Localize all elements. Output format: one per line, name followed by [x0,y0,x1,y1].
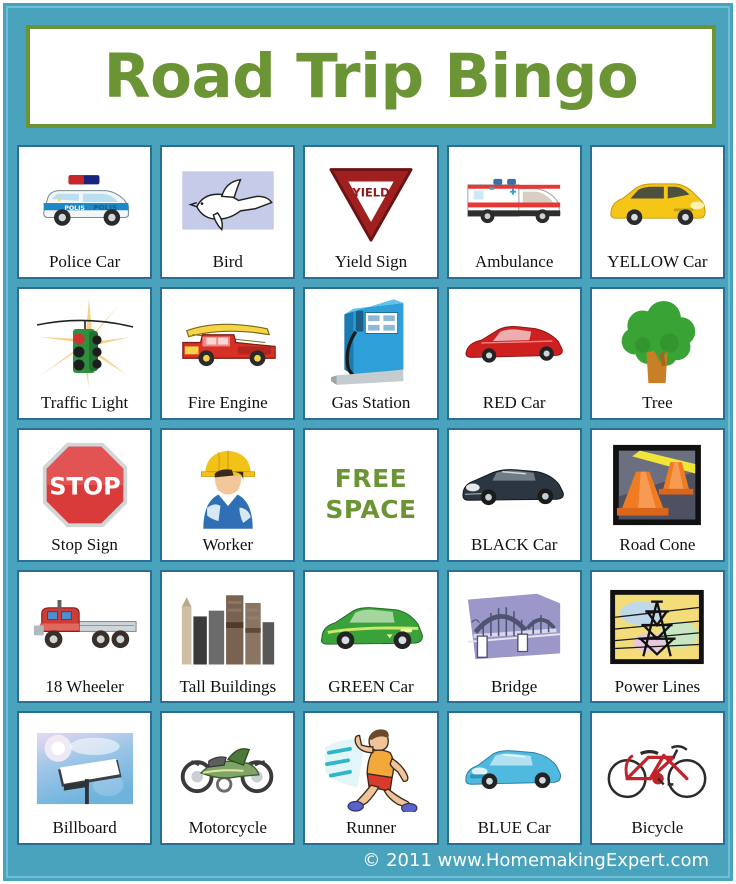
bingo-cell-label: Road Cone [619,536,695,555]
bingo-cell[interactable]: Road Cone [590,428,725,562]
bingo-cell-label: YELLOW Car [607,253,707,272]
bingo-cell-free-space[interactable]: FREESPACE [303,428,438,562]
free-space-line-2: SPACE [325,494,416,525]
bird-icon [164,151,291,253]
bingo-cell[interactable]: STOP Stop Sign [17,428,152,562]
bingo-grid: POLIS POLIS Police Car Bird YIELD Yield … [17,145,725,845]
bingo-cell-label: Bridge [491,678,537,697]
road-cone-icon [594,434,721,536]
bingo-cell-label: Billboard [52,819,116,838]
bingo-cell[interactable]: Power Lines [590,570,725,704]
gas-station-icon [307,293,434,395]
title-banner: Road Trip Bingo [26,25,716,128]
bingo-cell-label: RED Car [483,394,546,413]
bingo-cell[interactable]: Bicycle [590,711,725,845]
bingo-cell-label: GREEN Car [328,678,413,697]
bingo-card: Road Trip Bingo POLIS POLIS Police Car B… [0,0,736,884]
bingo-cell-label: Runner [346,819,396,838]
free-space-line-1: FREE [325,463,416,494]
yield-sign-icon: YIELD [307,151,434,253]
ambulance-icon: AMBULANCE [451,151,578,253]
blue-car-icon [451,717,578,819]
bingo-cell[interactable]: Billboard [17,711,152,845]
bingo-cell-label: Stop Sign [51,536,118,555]
power-lines-icon [594,576,721,678]
police-car-icon: POLIS POLIS [21,151,148,253]
billboard-icon [21,717,148,819]
bingo-cell-label: Bicycle [631,819,683,838]
bingo-cell[interactable]: AMBULANCE Ambulance [447,145,582,279]
page-title: Road Trip Bingo [104,46,639,107]
bingo-cell[interactable]: BLACK Car [447,428,582,562]
semi-truck-icon [21,576,148,678]
bingo-cell-label: Gas Station [332,394,411,413]
bingo-cell[interactable]: Runner [303,711,438,845]
worker-icon [164,434,291,536]
bingo-cell-label: BLUE Car [478,819,551,838]
bingo-cell[interactable]: Tree [590,287,725,421]
bingo-cell-label: Ambulance [475,253,553,272]
red-car-icon [451,293,578,395]
bingo-cell-label: Police Car [49,253,120,272]
traffic-light-icon [21,293,148,395]
bingo-cell-label: Yield Sign [335,253,407,272]
bingo-cell[interactable]: 18 Wheeler [17,570,152,704]
bingo-cell[interactable]: Worker [160,428,295,562]
svg-text:STOP: STOP [49,473,120,501]
bingo-cell-label: 18 Wheeler [45,678,124,697]
svg-text:POLIS: POLIS [64,205,85,212]
yellow-car-icon [594,151,721,253]
free-space-text: FREESPACE [325,463,416,526]
bingo-cell[interactable]: Bridge [447,570,582,704]
bingo-cell[interactable]: BLUE Car [447,711,582,845]
bingo-cell-label: Motorcycle [189,819,267,838]
bingo-cell[interactable]: Fire Engine [160,287,295,421]
bingo-cell-label: Traffic Light [41,394,128,413]
bingo-cell[interactable]: Gas Station [303,287,438,421]
bingo-cell-label: Tall Buildings [180,678,277,697]
bingo-cell[interactable]: YIELD Yield Sign [303,145,438,279]
tall-buildings-icon [164,576,291,678]
bingo-cell-label: Worker [203,536,254,555]
bingo-cell-label: Power Lines [615,678,700,697]
svg-text:YIELD: YIELD [351,185,389,199]
bingo-cell-label: Tree [642,394,673,413]
bridge-icon [451,576,578,678]
motorcycle-icon [164,717,291,819]
bingo-cell-label: Fire Engine [188,394,268,413]
bingo-cell[interactable]: RED Car [447,287,582,421]
bingo-cell[interactable]: POLIS POLIS Police Car [17,145,152,279]
bingo-cell[interactable]: Motorcycle [160,711,295,845]
runner-icon [307,717,434,819]
fire-engine-icon [164,293,291,395]
bingo-cell[interactable]: YELLOW Car [590,145,725,279]
tree-icon [594,293,721,395]
bingo-cell-label: BLACK Car [471,536,557,555]
bingo-cell-label: Bird [213,253,243,272]
bicycle-icon [594,717,721,819]
green-car-icon [307,576,434,678]
svg-text:AMBULANCE: AMBULANCE [484,203,518,209]
bingo-cell[interactable]: GREEN Car [303,570,438,704]
bingo-cell[interactable]: Tall Buildings [160,570,295,704]
bingo-cell[interactable]: Bird [160,145,295,279]
bingo-cell[interactable]: Traffic Light [17,287,152,421]
black-car-icon [451,434,578,536]
stop-sign-icon: STOP [21,434,148,536]
copyright-footer: © 2011 www.HomemakingExpert.com [3,850,733,871]
